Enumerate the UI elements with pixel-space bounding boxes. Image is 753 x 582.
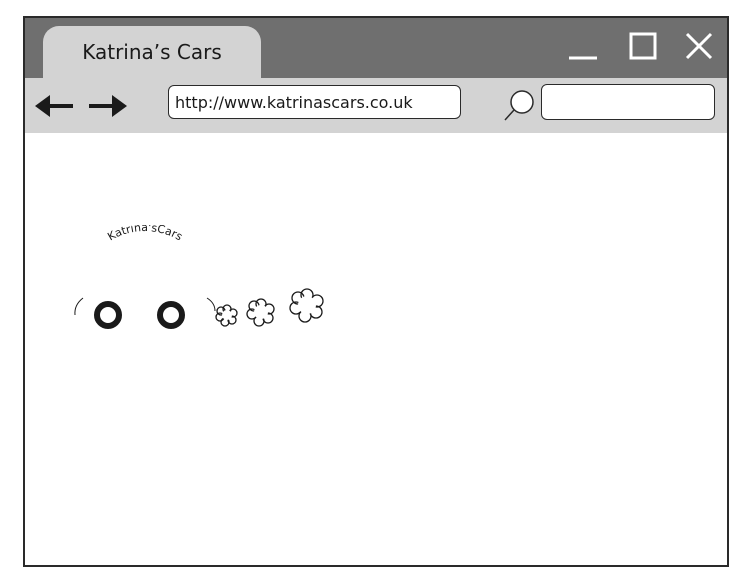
logo-text: Katrina'sCars	[105, 225, 184, 244]
address-bar[interactable]	[168, 85, 461, 119]
page-content: Katrina'sCars	[25, 133, 727, 565]
title-bar: Katrina’s Cars	[25, 18, 727, 78]
tab-label: Katrina’s Cars	[82, 40, 222, 64]
exhaust-cloud-icon	[215, 288, 324, 327]
maximize-button[interactable]	[621, 26, 665, 66]
arrow-right-icon	[89, 95, 127, 117]
katrinas-cars-logo[interactable]: Katrina'sCars	[59, 225, 359, 335]
car-icon	[74, 297, 216, 329]
search-button[interactable]	[503, 88, 537, 122]
navigation-bar	[25, 78, 727, 133]
close-icon	[685, 32, 713, 60]
close-button[interactable]	[677, 26, 721, 66]
forward-button[interactable]	[87, 92, 127, 120]
arrow-left-icon	[35, 95, 73, 117]
back-button[interactable]	[35, 92, 75, 120]
maximize-icon	[629, 32, 657, 60]
tab-katrinas-cars[interactable]: Katrina’s Cars	[43, 26, 261, 78]
browser-window: Katrina’s Cars http://www.katrinascars.c…	[23, 16, 729, 567]
search-input[interactable]	[541, 84, 715, 120]
minimize-icon	[569, 56, 597, 60]
magnifier-icon	[504, 90, 534, 121]
minimize-button[interactable]	[561, 26, 605, 66]
